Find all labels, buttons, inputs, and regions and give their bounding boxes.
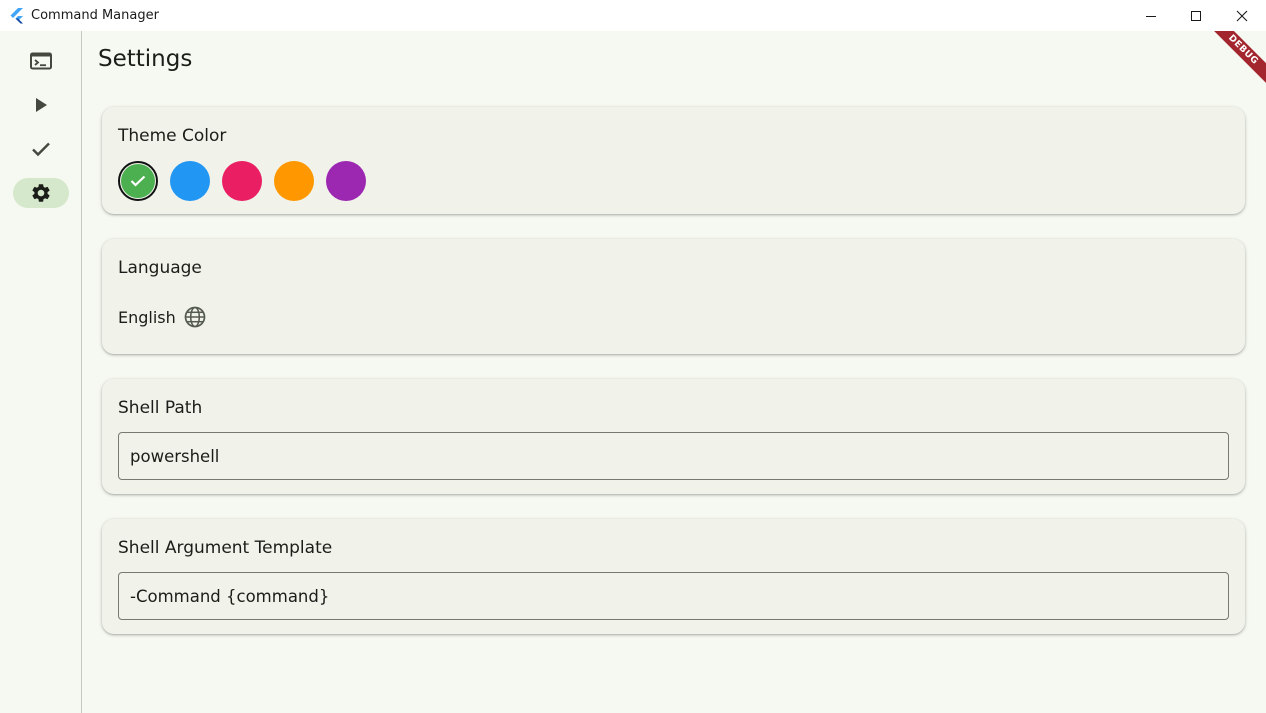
settings-page: Settings Theme Color Language English Sh… (83, 31, 1266, 713)
theme-swatch-purple[interactable] (326, 161, 366, 201)
check-icon (130, 175, 146, 187)
shell-path-label: Shell Path (118, 398, 203, 418)
gear-icon (32, 184, 50, 202)
language-card: Language English (102, 239, 1245, 354)
maximize-button[interactable] (1173, 0, 1219, 31)
navigation-rail (0, 31, 82, 713)
terminal-icon (30, 52, 52, 70)
language-label: Language (118, 258, 202, 278)
nav-item-settings[interactable] (13, 178, 69, 208)
theme-swatch-orange[interactable] (274, 161, 314, 201)
nav-item-run[interactable] (13, 90, 69, 120)
theme-color-label: Theme Color (118, 126, 227, 146)
nav-item-done[interactable] (13, 134, 69, 164)
page-title: Settings (98, 46, 193, 72)
theme-swatch-blue[interactable] (170, 161, 210, 201)
minimize-icon (1146, 15, 1156, 17)
play-icon (36, 98, 47, 112)
shell-path-card: Shell Path (102, 379, 1245, 494)
shell-argument-template-card: Shell Argument Template (102, 519, 1245, 634)
maximize-icon (1191, 10, 1201, 21)
title-bar: Command Manager (0, 0, 1266, 31)
globe-icon[interactable] (183, 305, 207, 329)
minimize-button[interactable] (1128, 0, 1174, 31)
check-icon (32, 142, 50, 157)
theme-color-card: Theme Color (102, 107, 1245, 214)
shell-argument-template-input[interactable] (118, 572, 1229, 620)
theme-swatch-pink[interactable] (222, 161, 262, 201)
flutter-logo-icon (10, 8, 23, 24)
nav-item-commands[interactable] (13, 46, 69, 76)
shell-path-input[interactable] (118, 432, 1229, 480)
close-icon (1236, 10, 1248, 21)
theme-swatch-green[interactable] (118, 161, 158, 201)
window-title: Command Manager (31, 8, 159, 23)
language-value[interactable]: English (118, 308, 176, 327)
shell-argument-template-label: Shell Argument Template (118, 538, 333, 558)
close-window-button[interactable] (1219, 0, 1265, 31)
